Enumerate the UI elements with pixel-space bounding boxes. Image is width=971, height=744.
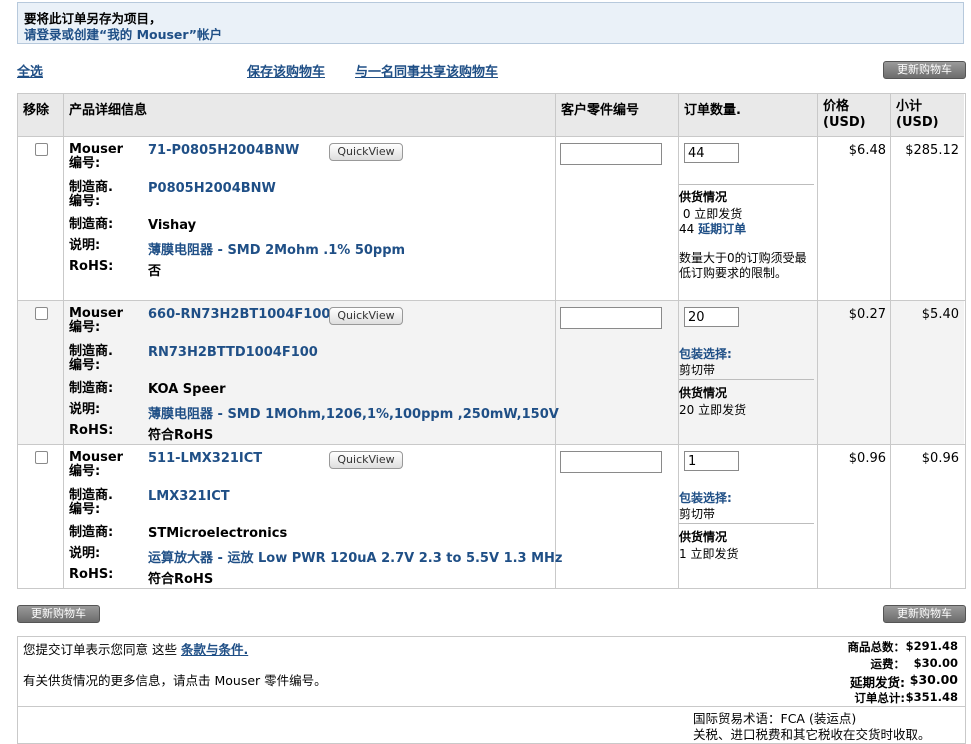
remove-checkbox[interactable] xyxy=(35,143,48,156)
column-divider xyxy=(817,93,818,588)
order-total-value: $351.48 xyxy=(905,690,958,704)
header-details: 产品详细信息 xyxy=(69,103,148,118)
mfr-label: 制造商: xyxy=(69,381,114,396)
rohs-label: RoHS: xyxy=(69,259,114,274)
quickview-button[interactable]: QuickView xyxy=(329,143,403,161)
header-subtotal: 小计 (USD) xyxy=(896,99,939,130)
column-divider xyxy=(63,93,64,588)
desc-label: 说明: xyxy=(69,402,101,417)
save-cart-link[interactable]: 保存该购物车 xyxy=(247,61,325,80)
update-cart-button-top[interactable]: 更新购物车 xyxy=(883,61,966,79)
desc-label: 说明: xyxy=(69,546,101,561)
packaging-value: 剪切带 xyxy=(679,507,716,521)
customer-part-input[interactable] xyxy=(560,143,662,165)
order-note: 数量大于0的订购须受最低订购要求的限制。 xyxy=(679,251,807,280)
row-divider xyxy=(17,300,965,301)
column-divider xyxy=(555,93,556,588)
update-cart-button-right[interactable]: 更新购物车 xyxy=(883,605,966,623)
mouser-number-label: Mouser 编号: xyxy=(69,306,124,335)
line-subtotal: $285.12 xyxy=(905,143,959,158)
availability-title: 供货情况 xyxy=(679,386,728,400)
cell-separator xyxy=(679,523,814,524)
select-all-link[interactable]: 全选 xyxy=(17,61,43,80)
cart-table xyxy=(17,93,966,589)
column-divider xyxy=(890,93,891,588)
unit-price: $0.96 xyxy=(848,451,886,466)
mfr-part-link[interactable]: RN73H2BTTD1004F100 xyxy=(148,345,318,360)
rohs-value: 否 xyxy=(148,264,162,279)
total-value: $291.48 xyxy=(905,639,958,653)
quantity-input[interactable]: 44 xyxy=(684,143,739,163)
update-cart-button-left[interactable]: 更新购物车 xyxy=(17,605,100,623)
remove-checkbox[interactable] xyxy=(35,451,48,464)
order-total-label: 订单总计: xyxy=(854,691,905,705)
mfr-name: Vishay xyxy=(148,218,197,233)
mfr-part-link[interactable]: LMX321ICT xyxy=(148,489,230,504)
availability-title: 供货情况 xyxy=(679,190,728,204)
backorder-link[interactable]: 延期订单 xyxy=(698,222,746,236)
customer-part-input[interactable] xyxy=(560,307,662,329)
availability-instock: 1 立即发货 xyxy=(679,547,739,561)
mouser-number-label: Mouser 编号: xyxy=(69,142,124,171)
mouser-part-link[interactable]: 71-P0805H2004BNW xyxy=(148,143,299,158)
duties-note: 关税、进口税费和其它税收在交货时收取。 xyxy=(693,727,931,742)
quickview-button[interactable]: QuickView xyxy=(329,451,403,469)
packaging-value: 剪切带 xyxy=(679,363,716,377)
rohs-value: 符合RoHS xyxy=(148,428,214,443)
description-link[interactable]: 薄膜电阻器 - SMD 1MOhm,1206,1%,100ppm ,250mW,… xyxy=(148,403,559,422)
login-link[interactable]: 请登录或创建“我的 Mouser”帐户 xyxy=(24,24,222,43)
backorder-qty: 44 xyxy=(679,222,695,236)
terms-text: 您提交订单表示您同意 这些 xyxy=(23,642,181,657)
remove-checkbox[interactable] xyxy=(35,307,48,320)
customer-part-input[interactable] xyxy=(560,451,662,473)
rohs-label: RoHS: xyxy=(69,567,114,582)
footer-divider xyxy=(17,706,965,707)
share-cart-link[interactable]: 与一名同事共享该购物车 xyxy=(355,61,498,80)
rohs-label: RoHS: xyxy=(69,423,114,438)
cell-separator xyxy=(679,379,814,380)
quantity-input[interactable]: 1 xyxy=(684,451,739,471)
header-quantity: 订单数量. xyxy=(684,103,741,118)
line-subtotal: $5.40 xyxy=(921,307,959,322)
shipping-label: 运费： xyxy=(870,657,906,671)
quantity-input[interactable]: 20 xyxy=(684,307,739,327)
availability-info: 有关供货情况的更多信息，请点击 Mouser 零件编号。 xyxy=(23,673,327,688)
packaging-option-link[interactable]: 包装选择: xyxy=(679,345,732,362)
shipping-value: $30.00 xyxy=(913,656,958,670)
desc-label: 说明: xyxy=(69,238,101,253)
mfr-number-label: 制造商. 编号: xyxy=(69,180,113,209)
mfr-number-label: 制造商. 编号: xyxy=(69,488,113,517)
mfr-label: 制造商: xyxy=(69,525,114,540)
rohs-value: 符合RoHS xyxy=(148,572,214,587)
backorder-value: $30.00 xyxy=(909,672,958,687)
packaging-option-link[interactable]: 包装选择: xyxy=(679,489,732,506)
line-subtotal: $0.96 xyxy=(921,451,959,466)
header-price: 价格 (USD) xyxy=(823,99,866,130)
terms-link[interactable]: 条款与条件. xyxy=(181,642,248,657)
mouser-part-link[interactable]: 511-LMX321ICT xyxy=(148,451,262,466)
unit-price: $0.27 xyxy=(848,307,886,322)
description-link[interactable]: 薄膜电阻器 - SMD 2Mohm .1% 50ppm xyxy=(148,239,405,258)
cell-separator xyxy=(679,184,814,185)
mouser-part-link[interactable]: 660-RN73H2BT1004F100 xyxy=(148,307,330,322)
mfr-number-label: 制造商. 编号: xyxy=(69,344,113,373)
mouser-number-label: Mouser 编号: xyxy=(69,450,124,479)
mfr-label: 制造商: xyxy=(69,217,114,232)
total-label: 商品总数： xyxy=(847,640,906,654)
availability-title: 供货情况 xyxy=(679,530,728,544)
quickview-button[interactable]: QuickView xyxy=(329,307,403,325)
unit-price: $6.48 xyxy=(848,143,886,158)
description-link[interactable]: 运算放大器 - 运放 Low PWR 120uA 2.7V 2.3 to 5.5… xyxy=(148,547,563,566)
login-notice: 要将此订单另存为项目， 请登录或创建“我的 Mouser”帐户 xyxy=(17,2,964,44)
mfr-name: KOA Speer xyxy=(148,382,226,397)
availability-instock: 20 立即发货 xyxy=(679,403,747,417)
mfr-name: STMicroelectronics xyxy=(148,526,288,541)
header-remove: 移除 xyxy=(23,103,50,118)
mfr-part-link[interactable]: P0805H2004BNW xyxy=(148,181,276,196)
backorder-label: 延期发货: xyxy=(850,675,905,690)
header-customer-part: 客户零件编号 xyxy=(561,103,640,118)
row-divider xyxy=(17,444,965,445)
